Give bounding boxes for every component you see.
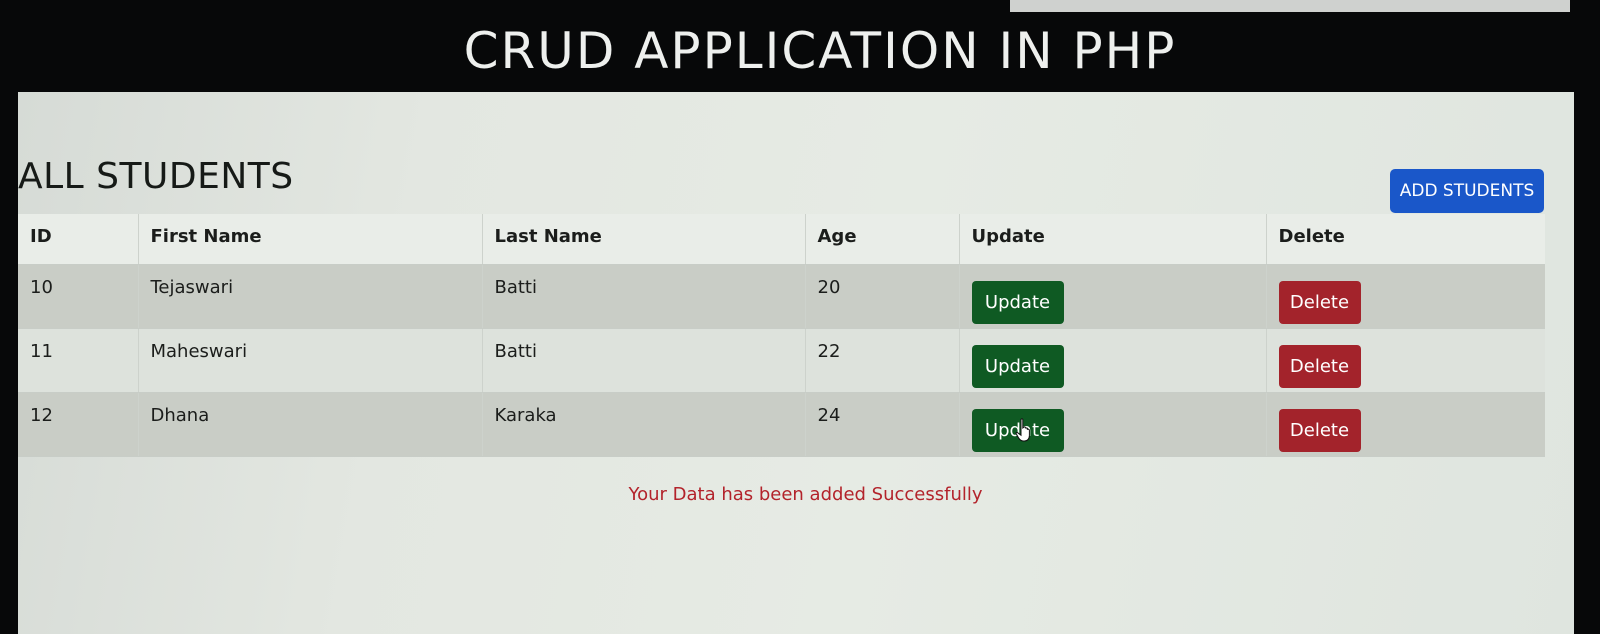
- update-button[interactable]: Update: [971, 280, 1064, 324]
- cell-age: 20: [804, 264, 959, 329]
- section-title: ALL STUDENTS: [18, 156, 294, 197]
- status-message: Your Data has been added Successfully: [628, 484, 983, 505]
- update-button[interactable]: Update: [971, 344, 1064, 388]
- cell-update: Update: [958, 328, 1266, 393]
- cell-first-name: Dhana: [137, 392, 482, 457]
- cell-id: 10: [18, 264, 138, 329]
- cell-first-name: Tejaswari: [137, 264, 482, 329]
- cell-delete: Delete: [1265, 264, 1545, 329]
- hand-pointer-icon: [1015, 418, 1030, 442]
- students-panel: ALL STUDENTS ADD STUDENTS ID First Name …: [18, 92, 1574, 634]
- students-table: ID First Name Last Name Age Update Delet…: [18, 214, 1545, 457]
- app-window: CRUD APPLICATION IN PHP ALL STUDENTS ADD…: [0, 0, 1600, 634]
- cell-last-name: Batti: [481, 264, 805, 329]
- delete-button[interactable]: Delete: [1278, 408, 1361, 452]
- column-header-first-name: First Name: [137, 214, 482, 265]
- delete-button[interactable]: Delete: [1278, 280, 1361, 324]
- add-students-button[interactable]: ADD STUDENTS: [1390, 169, 1544, 213]
- column-header-id: ID: [18, 214, 138, 265]
- table-row: 11 Maheswari Batti 22 Update Delete: [18, 328, 1545, 393]
- column-header-age: Age: [804, 214, 959, 265]
- browser-edge: [1010, 0, 1570, 12]
- cell-age: 24: [804, 392, 959, 457]
- cell-id: 11: [18, 328, 138, 393]
- table-header-row: ID First Name Last Name Age Update Delet…: [18, 214, 1545, 265]
- cell-delete: Delete: [1265, 328, 1545, 393]
- cell-id: 12: [18, 392, 138, 457]
- column-header-delete: Delete: [1265, 214, 1545, 265]
- cell-update: Update: [958, 264, 1266, 329]
- table-row: 12 Dhana Karaka 24 Update Delete: [18, 392, 1545, 457]
- table-row: 10 Tejaswari Batti 20 Update Delete: [18, 264, 1545, 329]
- delete-button[interactable]: Delete: [1278, 344, 1361, 388]
- cell-first-name: Maheswari: [137, 328, 482, 393]
- app-title: CRUD APPLICATION IN PHP: [463, 22, 1177, 80]
- cell-delete: Delete: [1265, 392, 1545, 457]
- cell-last-name: Karaka: [481, 392, 805, 457]
- cell-age: 22: [804, 328, 959, 393]
- column-header-update: Update: [958, 214, 1266, 265]
- cell-last-name: Batti: [481, 328, 805, 393]
- column-header-last-name: Last Name: [481, 214, 805, 265]
- cell-update: Update: [958, 392, 1266, 457]
